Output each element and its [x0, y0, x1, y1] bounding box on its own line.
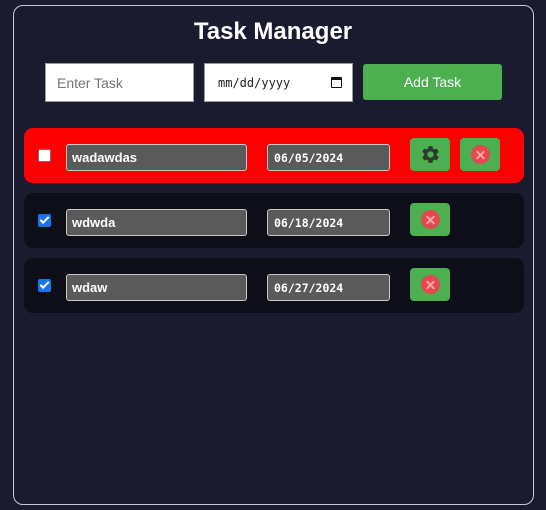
close-circle-icon	[470, 145, 490, 164]
calendar-icon[interactable]	[331, 77, 342, 88]
task-checkbox[interactable]	[38, 279, 51, 292]
date-input[interactable]: mm/dd/yyyy	[204, 63, 353, 102]
task-name-field[interactable]: wadawdas	[66, 144, 247, 171]
add-task-button[interactable]: Add Task	[363, 64, 502, 100]
settings-button[interactable]	[410, 138, 450, 171]
task-name-field[interactable]: wdwda	[66, 209, 247, 236]
delete-button[interactable]	[410, 268, 450, 301]
task-date-field[interactable]: 06/05/2024	[267, 144, 390, 171]
close-circle-icon	[420, 275, 440, 294]
task-date-field[interactable]: 06/27/2024	[267, 274, 390, 301]
task-row: wadawdas 06/05/2024	[24, 128, 524, 183]
delete-button[interactable]	[460, 138, 500, 171]
task-checkbox[interactable]	[38, 149, 51, 162]
task-row: wdwda 06/18/2024	[24, 193, 524, 248]
task-row: wdaw 06/27/2024	[24, 258, 524, 313]
close-circle-icon	[420, 210, 440, 229]
task-name-field[interactable]: wdaw	[66, 274, 247, 301]
date-placeholder: mm/dd/yyyy	[218, 75, 291, 90]
page-title: Task Manager	[193, 18, 353, 45]
gear-icon	[421, 146, 439, 163]
task-input[interactable]	[45, 63, 194, 102]
task-date-field[interactable]: 06/18/2024	[267, 209, 390, 236]
delete-button[interactable]	[410, 203, 450, 236]
task-checkbox[interactable]	[38, 214, 51, 227]
